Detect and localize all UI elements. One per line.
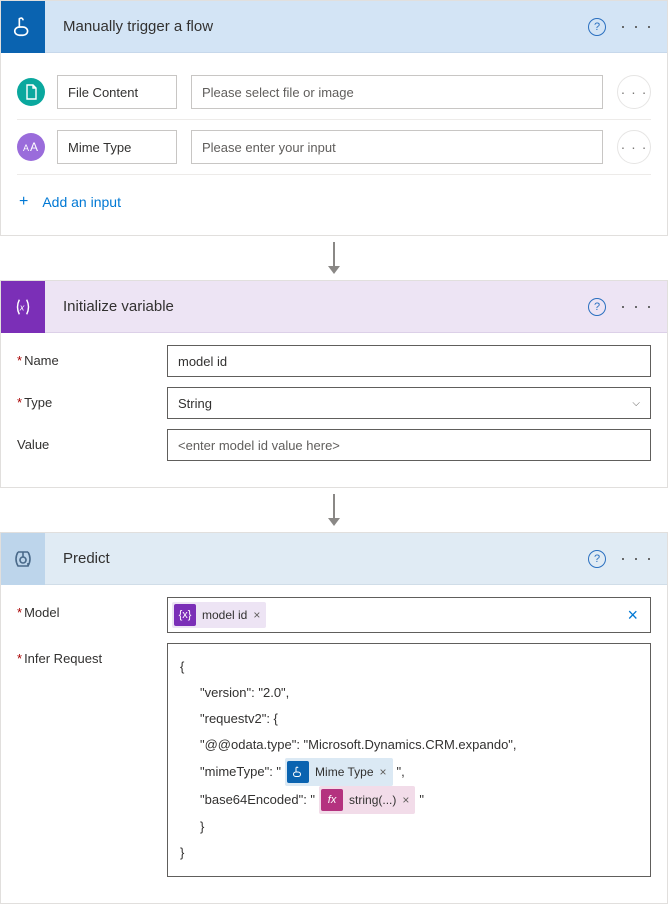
trigger-token-icon [287, 761, 309, 783]
input-row-mime: AA Mime Type Please enter your input · ·… [17, 120, 651, 175]
flow-arrow [0, 236, 668, 280]
file-content-input[interactable]: Please select file or image [191, 75, 603, 109]
file-icon [17, 78, 45, 106]
more-menu-button[interactable]: · · · [614, 548, 667, 569]
remove-token-button[interactable]: × [402, 788, 409, 812]
model-input[interactable]: {x} model id × × [167, 597, 651, 633]
help-icon[interactable]: ? [588, 550, 606, 568]
initvar-body: *Name model id *Type String ⌵ Value <ent… [1, 333, 667, 487]
initvar-card: x Initialize variable ? · · · *Name mode… [0, 280, 668, 488]
more-menu-button[interactable]: · · · [614, 296, 667, 317]
trigger-header[interactable]: Manually trigger a flow ? · · · [1, 1, 667, 53]
infer-label: *Infer Request [17, 643, 167, 666]
expression-token[interactable]: fx string(...) × [319, 786, 415, 814]
svg-text:A: A [30, 140, 38, 154]
initvar-header[interactable]: x Initialize variable ? · · · [1, 281, 667, 333]
initvar-title: Initialize variable [45, 298, 588, 315]
input-label[interactable]: Mime Type [57, 130, 177, 164]
value-row: Value <enter model id value here> [17, 429, 651, 461]
predict-title: Predict [45, 550, 588, 567]
predict-body: *Model {x} model id × × *Infer Request {… [1, 585, 667, 903]
trigger-body: File Content Please select file or image… [1, 53, 667, 235]
variable-icon: x [1, 281, 45, 333]
name-row: *Name model id [17, 345, 651, 377]
trigger-card: Manually trigger a flow ? · · · File Con… [0, 0, 668, 236]
svg-text:x: x [19, 302, 25, 312]
add-input-label: Add an input [42, 194, 121, 210]
type-row: *Type String ⌵ [17, 387, 651, 419]
input-options-button[interactable]: · · · [617, 75, 651, 109]
model-row: *Model {x} model id × × [17, 597, 651, 633]
chevron-down-icon: ⌵ [632, 398, 640, 409]
mime-type-token[interactable]: Mime Type × [285, 758, 392, 786]
model-token[interactable]: {x} model id × [172, 602, 266, 628]
flow-arrow [0, 488, 668, 532]
remove-token-button[interactable]: × [253, 608, 260, 622]
help-icon[interactable]: ? [588, 18, 606, 36]
infer-request-input[interactable]: { "version": "2.0", "requestv2": { "@@od… [167, 643, 651, 877]
name-input[interactable]: model id [167, 345, 651, 377]
svg-text:A: A [23, 143, 29, 153]
trigger-title: Manually trigger a flow [45, 18, 588, 35]
input-options-button[interactable]: · · · [617, 130, 651, 164]
type-select[interactable]: String ⌵ [167, 387, 651, 419]
name-label: *Name [17, 345, 167, 368]
input-row-file: File Content Please select file or image… [17, 65, 651, 120]
more-menu-button[interactable]: · · · [614, 16, 667, 37]
predict-icon [1, 533, 45, 585]
type-label: *Type [17, 387, 167, 410]
clear-field-button[interactable]: × [627, 605, 646, 626]
fx-icon: fx [321, 789, 343, 811]
mime-type-input[interactable]: Please enter your input [191, 130, 603, 164]
predict-header[interactable]: Predict ? · · · [1, 533, 667, 585]
input-label[interactable]: File Content [57, 75, 177, 109]
model-label: *Model [17, 597, 167, 620]
help-icon[interactable]: ? [588, 298, 606, 316]
variable-token-icon: {x} [174, 604, 196, 626]
predict-card: Predict ? · · · *Model {x} model id × × … [0, 532, 668, 904]
remove-token-button[interactable]: × [380, 760, 387, 784]
plus-icon: + [19, 193, 28, 211]
value-input[interactable]: <enter model id value here> [167, 429, 651, 461]
text-icon: AA [17, 133, 45, 161]
add-input-button[interactable]: + Add an input [17, 175, 651, 219]
trigger-icon [1, 1, 45, 53]
value-label: Value [17, 429, 167, 452]
infer-row: *Infer Request { "version": "2.0", "requ… [17, 643, 651, 877]
